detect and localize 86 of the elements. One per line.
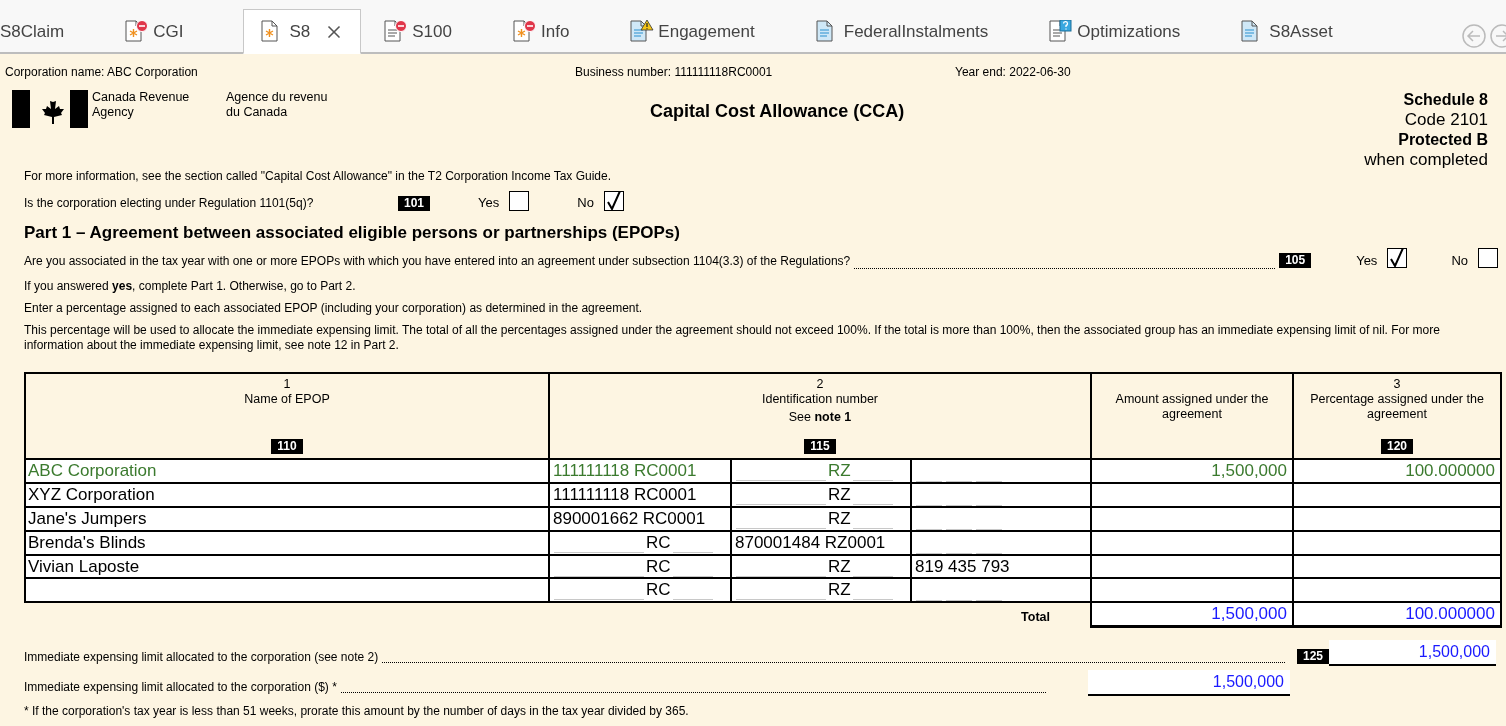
business-number: Business number: 111111118RC0001 [575,64,774,81]
corporation-name: Corporation name: ABC Corporation [5,64,199,81]
line-code: 110 [271,438,303,454]
footnote: * If the corporation's tax year is less than 51 weeks, prorate this amount by the number of days in the tax year divided by 365. [24,703,690,720]
tab[interactable]: S8Asset [1240,9,1333,54]
id-value: 819 435 793 [915,556,1010,576]
limit-value: 1,500,000 [1329,640,1496,666]
year-end: Year end: 2022-06-30 [955,64,1071,81]
column-header: Amount assigned under the agreement [1091,372,1293,459]
agency-name: Agence du revenu [226,90,328,105]
amount-value: 1,500,000 [1210,461,1288,480]
id-suffix: RZ [828,508,851,529]
protection-note: when completed [1364,150,1488,170]
id-value: 111111118 RC0001 [553,461,697,480]
agency-name: Agency [92,105,135,120]
limit-label: Immediate expensing limit allocated to the corporation (see note 2) [24,649,379,666]
table-row[interactable]: Jane's Jumpers 890001662 RC0001 RZ [25,506,1501,531]
id-value: 870001484 RZ0001 [735,533,886,552]
line-code: 101 [398,195,431,211]
id-suffix: RZ [828,460,851,481]
id-value: 890001662 RC0001 [553,509,706,528]
option-label: No [1451,251,1468,270]
tab[interactable]: Optimizations [1048,9,1181,54]
tab[interactable]: S100 [383,9,452,54]
form-error-icon [512,20,537,43]
table-row[interactable]: Vivian Laposte RC RZ 819 435 793 [25,554,1501,578]
form-error-icon [124,20,150,43]
epop-name: Brenda's Blinds [27,533,147,552]
schedule-code: Code 2101 [1403,110,1488,130]
checkbox[interactable] [1478,248,1498,268]
instruction-text: If you answered yes, complete Part 1. Otherwise, go to Part 2. [24,278,357,294]
form-title: Capital Cost Allowance (CCA) [650,101,905,121]
total-percentage: 100.000000 [1404,604,1496,624]
checkbox[interactable] [509,190,530,211]
instruction-text: This percentage will be used to allocate the immediate expensing limit. The total of all the percentages assigned under the agreement should not exceed 100%. If the total is more than 100%, then the associated group has an immediate expensing limit of nil. For more information about the immediate expensing limit, see note 12 in Part 2. [24,322,1441,353]
checkbox[interactable] [603,190,624,211]
question-text: Are you associated in the tax year with one or more EPOPs with which you have entered into an agreement under subsection 1104(3.3) of the Regulations? [24,252,851,270]
epop-name: ABC Corporation [27,461,158,480]
instruction-text: Enter a percentage assigned to each associated EPOP (including your corporation) as determined in the agreement. [24,300,644,316]
tab[interactable]: S8Claim [0,9,65,54]
canada-flag-icon [12,90,88,128]
table-row[interactable]: Brenda's Blinds RC 870001484 RZ0001 [25,530,1501,555]
option-label: No [577,194,594,213]
tab[interactable]: FederalInstalments [814,9,989,54]
intro-text: For more information, see the section called "Capital Cost Allowance" in the T2 Corporation Income Tax Guide. [24,168,613,185]
id-suffix: RZ [828,484,851,505]
epop-name: Vivian Laposte [27,556,141,576]
question-text: Is the corporation electing under Regulation 1101(5q)? [24,195,315,212]
id-suffix: RZ [828,555,851,577]
part-heading: Part 1 – Agreement between associated eligible persons or partnerships (EPOPs) [24,222,681,244]
id-suffix: RC [646,532,671,553]
epop-name: Jane's Jumpers [27,509,148,528]
total-amount: 1,500,000 [1210,604,1288,624]
table-row[interactable]: RC RZ [25,577,1501,602]
total-label: Total [1021,609,1050,624]
table-row[interactable]: ABC Corporation 111111118 RC0001 RZ 1,500,000 100.000000 [25,458,1501,483]
option-label: Yes [1356,251,1378,270]
checkbox[interactable] [1387,248,1408,268]
line-code: 115 [804,438,836,454]
column-header: 1 Name of EPOP 110 [25,372,549,459]
id-suffix: RZ [828,579,851,600]
tab[interactable]: S8 [243,9,362,54]
tab[interactable]: CGI [124,9,184,54]
id-suffix: RC [646,579,671,600]
schedule-name: Schedule 8 [1402,90,1488,110]
tab[interactable]: Engagement [629,9,755,54]
column-header: 3 Percentage assigned under the agreement 120 [1293,372,1501,459]
epop-name: XYZ Corporation [27,485,156,504]
document-error-icon [383,20,409,43]
tab[interactable]: Info [512,9,570,54]
line-code: 125 [1296,649,1329,664]
option-label: Yes [478,194,500,213]
column-header: 2 Identification number See note 1 115 [549,372,1091,459]
table-row[interactable]: XYZ Corporation 111111118 RC0001 RZ [25,482,1501,507]
document-warning-icon [629,20,655,43]
agency-name: Canada Revenue [92,90,191,105]
document-help-icon [1048,20,1074,43]
line-code: 105 [1279,253,1312,268]
percentage-value: 100.000000 [1404,461,1496,480]
line-code: 120 [1381,438,1413,454]
limit-value: 1,500,000 [1088,670,1290,696]
protection-level: Protected B [1397,130,1488,150]
id-value: 111111118 RC0001 [553,485,697,504]
limit-label: Immediate expensing limit allocated to the corporation ($) * [24,679,337,696]
agency-name: du Canada [226,105,289,120]
id-suffix: RC [646,555,671,577]
